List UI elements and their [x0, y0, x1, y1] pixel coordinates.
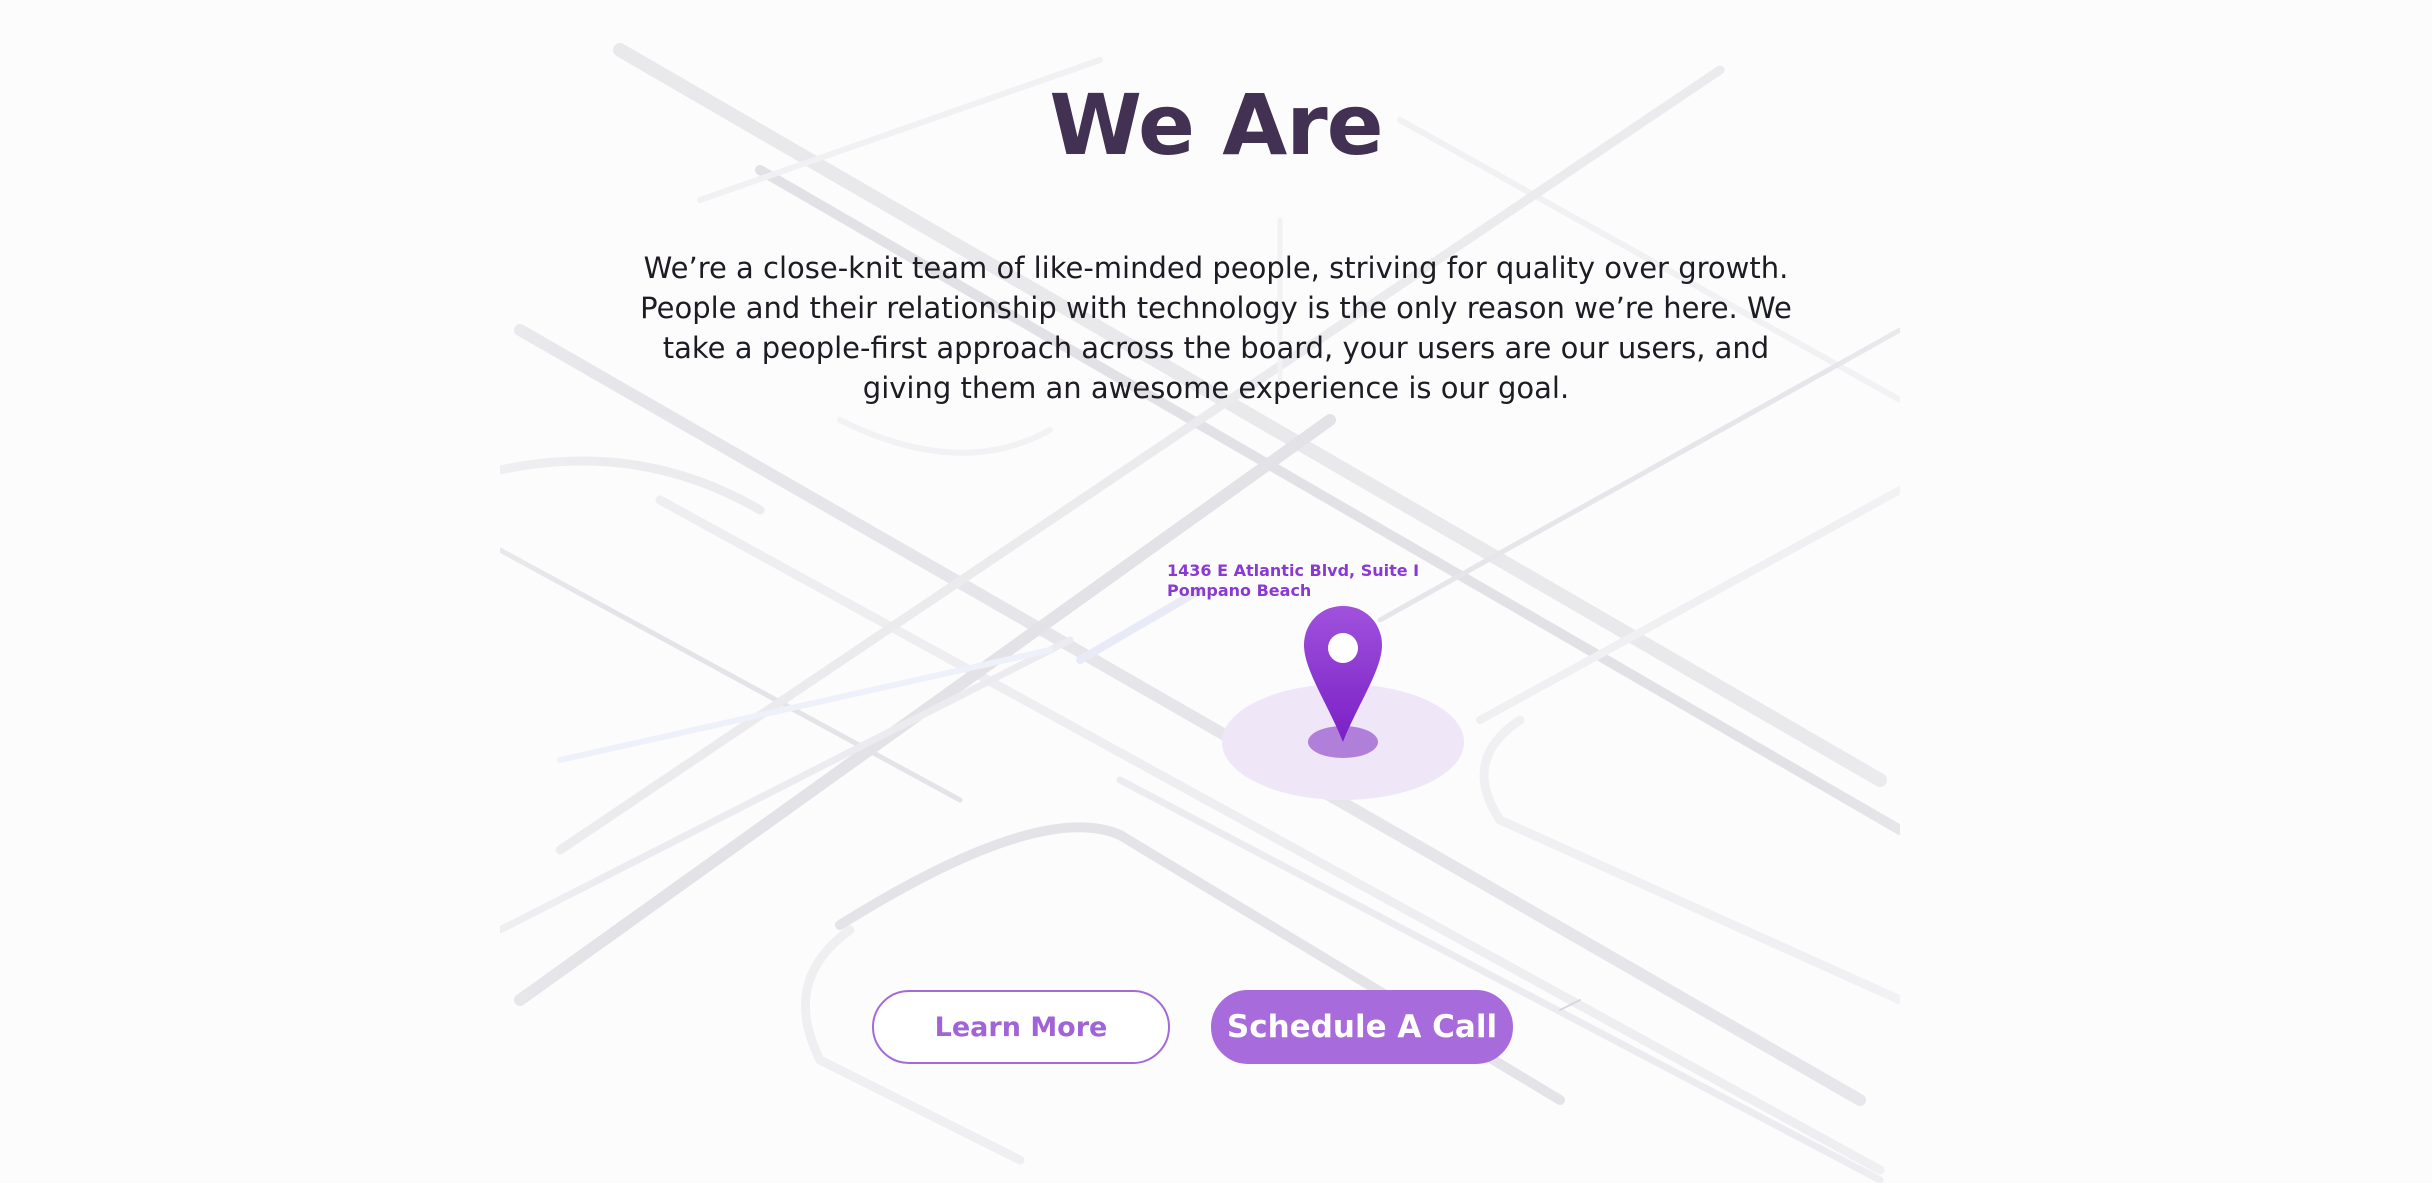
learn-more-label: Learn More: [934, 1011, 1108, 1043]
schedule-call-button[interactable]: Schedule A Call: [1211, 990, 1513, 1064]
schedule-call-label: Schedule A Call: [1226, 1009, 1498, 1045]
learn-more-button[interactable]: Learn More: [872, 990, 1170, 1064]
intro-line: take a people-first approach across the …: [662, 331, 1770, 365]
about-section: We Are We’re a close-knit team of like-m…: [0, 0, 2432, 1183]
intro-line: giving them an awesome experience is our…: [862, 371, 1570, 405]
intro-line: We’re a close-knit team of like-minded p…: [643, 251, 1789, 285]
intro-paragraph: We’re a close-knit team of like-minded p…: [616, 248, 1816, 408]
page-title: We Are: [1049, 76, 1383, 174]
location-marker: [1222, 606, 1464, 800]
address-line-city: Pompano Beach: [1167, 581, 1312, 600]
intro-line: People and their relationship with techn…: [640, 291, 1792, 325]
office-address: 1436 E Atlantic Blvd, Suite I Pompano Be…: [1167, 561, 1419, 601]
address-line-street: 1436 E Atlantic Blvd, Suite I: [1167, 561, 1420, 580]
